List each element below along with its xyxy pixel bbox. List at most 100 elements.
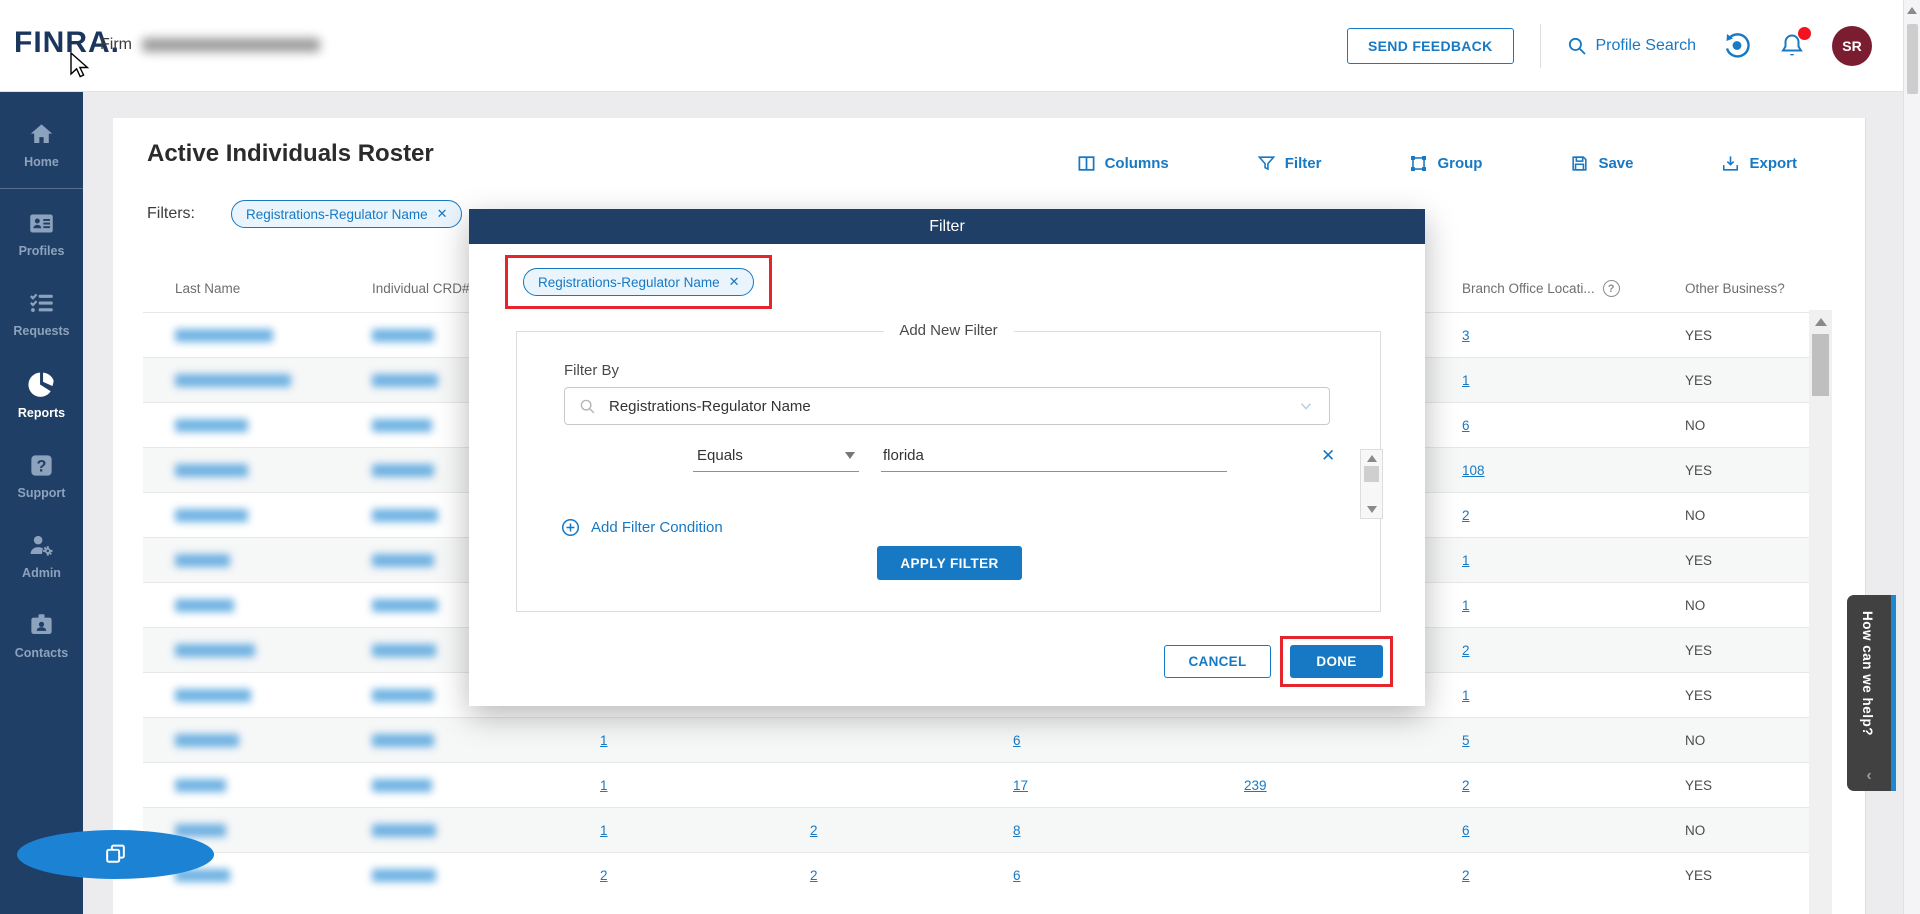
last-name-redacted-link[interactable] [175, 824, 226, 837]
operator-select[interactable]: Equals [693, 440, 859, 472]
branch-office-count-link[interactable]: 2 [1462, 778, 1470, 793]
last-name-redacted-link[interactable] [175, 374, 291, 387]
count-link[interactable]: 2 [810, 868, 818, 883]
sidebar-item-requests[interactable]: Requests [0, 273, 83, 353]
modal-filter-chip[interactable]: Registrations-Regulator Name ✕ [523, 268, 754, 296]
notifications-bell-icon[interactable] [1778, 31, 1806, 61]
col-header-other-business[interactable]: Other Business? [1653, 281, 1809, 296]
last-name-redacted-link[interactable] [175, 599, 234, 612]
collapse-chevron-icon[interactable]: ‹ [1847, 767, 1891, 785]
crd-redacted-link[interactable] [372, 644, 436, 657]
scrollbar-thumb[interactable] [1364, 466, 1379, 482]
chip-remove-icon[interactable]: ✕ [437, 206, 448, 222]
last-name-redacted-link[interactable] [175, 644, 255, 657]
group-button[interactable]: Group [1409, 154, 1482, 173]
remove-condition-icon[interactable]: ✕ [1321, 446, 1335, 466]
crd-redacted-link[interactable] [372, 599, 438, 612]
export-button[interactable]: Export [1721, 154, 1797, 173]
count-link[interactable]: 17 [1013, 778, 1028, 793]
modal-chip-remove-icon[interactable]: ✕ [729, 274, 740, 290]
reports-icon [27, 370, 56, 399]
crd-redacted-link[interactable] [372, 419, 432, 432]
add-filter-condition-link[interactable]: Add Filter Condition [561, 518, 723, 537]
last-name-redacted-link[interactable] [175, 734, 239, 747]
condition-list-scrollbar[interactable] [1360, 449, 1383, 519]
crd-redacted-link[interactable] [372, 329, 434, 342]
crd-redacted-link[interactable] [372, 374, 438, 387]
last-name-redacted-link[interactable] [175, 779, 226, 792]
branch-office-count-link[interactable]: 5 [1462, 733, 1470, 748]
branch-office-count-link[interactable]: 1 [1462, 688, 1470, 703]
filter-by-select[interactable]: Registrations-Regulator Name [564, 387, 1330, 425]
avatar[interactable]: SR [1832, 26, 1872, 66]
branch-office-count-link[interactable]: 3 [1462, 328, 1470, 343]
branch-office-count-link[interactable]: 1 [1462, 373, 1470, 388]
crd-redacted-link[interactable] [372, 509, 438, 522]
crd-redacted-link[interactable] [372, 554, 434, 567]
sidebar-item-reports[interactable]: Reports [0, 353, 83, 435]
help-tab[interactable]: How can we help? ‹ [1847, 595, 1896, 791]
count-link[interactable]: 239 [1244, 778, 1267, 793]
crd-redacted-link[interactable] [372, 689, 434, 702]
other-business-value: NO [1685, 508, 1705, 523]
count-link[interactable]: 1 [600, 733, 608, 748]
cancel-button[interactable]: CANCEL [1164, 645, 1271, 678]
branch-office-count-link[interactable]: 1 [1462, 598, 1470, 613]
branch-office-count-link[interactable]: 2 [1462, 508, 1470, 523]
count-link[interactable]: 2 [810, 823, 818, 838]
col-header-branch-office[interactable]: Branch Office Locati... ? [1430, 280, 1653, 297]
branch-office-count-link[interactable]: 1 [1462, 553, 1470, 568]
crd-redacted-link[interactable] [372, 779, 432, 792]
table-scrollbar[interactable] [1809, 310, 1832, 914]
save-button[interactable]: Save [1570, 154, 1633, 173]
branch-office-count-link[interactable]: 108 [1462, 463, 1485, 478]
help-icon[interactable]: ? [1603, 280, 1620, 297]
count-link[interactable]: 6 [1013, 868, 1021, 883]
count-link[interactable]: 2 [600, 868, 608, 883]
branch-office-count-link[interactable]: 2 [1462, 868, 1470, 883]
crd-redacted-link[interactable] [372, 464, 434, 477]
last-name-redacted-link[interactable] [175, 329, 273, 342]
branch-office-count-link[interactable]: 6 [1462, 418, 1470, 433]
scroll-up-arrow-icon[interactable] [1367, 455, 1377, 462]
sidebar-item-profiles[interactable]: Profiles [0, 193, 83, 273]
branch-office-count-link[interactable]: 2 [1462, 643, 1470, 658]
crd-redacted-link[interactable] [372, 824, 436, 837]
crd-redacted-link[interactable] [372, 734, 434, 747]
filter-chip[interactable]: Registrations-Regulator Name ✕ [231, 200, 462, 228]
sidebar-item-contacts[interactable]: Contacts [0, 595, 83, 675]
last-name-redacted-link[interactable] [175, 554, 230, 567]
scroll-up-arrow-icon[interactable] [1815, 318, 1827, 326]
scrollbar-thumb[interactable] [1812, 334, 1829, 396]
last-name-redacted-link[interactable] [175, 689, 251, 702]
col-header-last-name[interactable]: Last Name [143, 281, 340, 296]
columns-button[interactable]: Columns [1077, 154, 1169, 173]
done-button[interactable]: DONE [1290, 645, 1383, 678]
profile-search-link[interactable]: Profile Search [1567, 36, 1697, 56]
count-link[interactable]: 1 [600, 778, 608, 793]
scrollbar-thumb[interactable] [1907, 24, 1918, 94]
sidebar-item-home[interactable]: Home [0, 104, 83, 184]
condition-value-input[interactable] [881, 440, 1227, 472]
home-icon [28, 121, 55, 148]
sidebar-item-admin[interactable]: Admin [0, 515, 83, 595]
multi-window-button[interactable] [17, 830, 214, 879]
branch-office-count-link[interactable]: 6 [1462, 823, 1470, 838]
count-link[interactable]: 1 [600, 823, 608, 838]
recently-viewed-icon[interactable] [1722, 31, 1752, 61]
send-feedback-button[interactable]: SEND FEEDBACK [1347, 28, 1513, 64]
apply-filter-button[interactable]: APPLY FILTER [877, 546, 1022, 580]
last-name-redacted-link[interactable] [175, 464, 248, 477]
browser-scrollbar[interactable] [1903, 0, 1920, 914]
count-link[interactable]: 6 [1013, 733, 1021, 748]
filter-button[interactable]: Filter [1257, 154, 1322, 173]
count-link[interactable]: 8 [1013, 823, 1021, 838]
crd-redacted-link[interactable] [372, 869, 436, 882]
last-name-redacted-link[interactable] [175, 419, 248, 432]
scroll-up-arrow-icon[interactable] [1907, 7, 1917, 14]
last-name-redacted-link[interactable] [175, 509, 248, 522]
filter-icon [1257, 154, 1276, 173]
scroll-down-arrow-icon[interactable] [1367, 506, 1377, 513]
modal-title-bar[interactable]: Filter [469, 209, 1425, 244]
sidebar-item-support[interactable]: ? Support [0, 435, 83, 515]
